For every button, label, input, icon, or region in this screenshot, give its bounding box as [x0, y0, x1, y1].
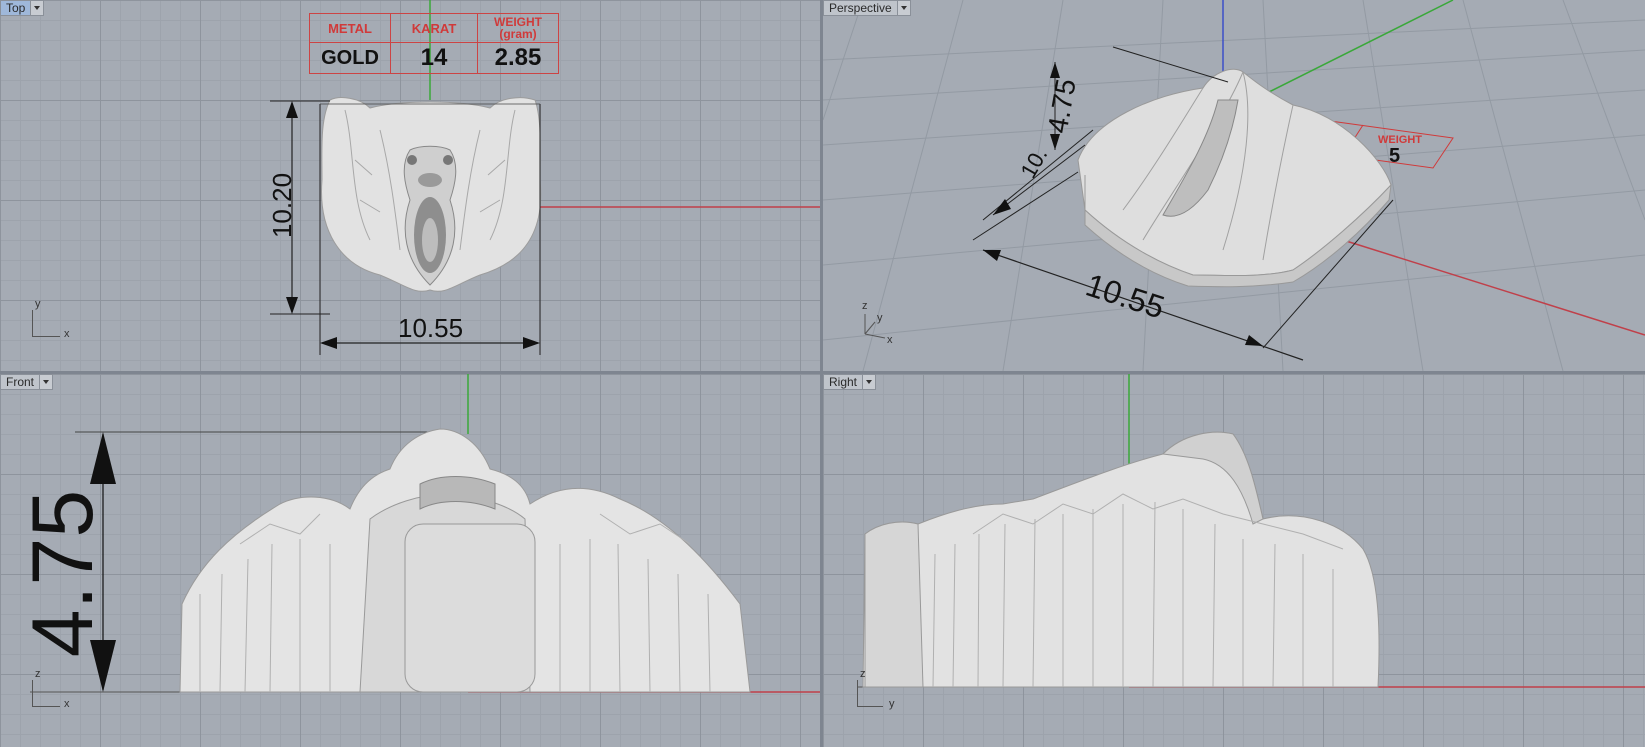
chevron-down-icon[interactable]: [31, 0, 45, 16]
svg-text:WEIGHT: WEIGHT: [1378, 134, 1422, 146]
viewport-right[interactable]: Right z y: [823, 374, 1645, 747]
chevron-down-icon[interactable]: [40, 374, 54, 390]
axis-label-x: x: [64, 698, 70, 710]
axis-label-y: y: [889, 698, 895, 710]
axis-label-z: z: [862, 300, 868, 312]
right-scene: [858, 374, 1645, 688]
header-metal: METAL: [309, 13, 391, 43]
viewport-title[interactable]: Right: [823, 374, 864, 390]
value-metal: GOLD: [309, 42, 391, 74]
viewport-perspective[interactable]: WEIGHT 5 4.75 10. 10.55 Perspective z y: [823, 0, 1645, 371]
header-weight: WEIGHT (gram): [477, 13, 559, 43]
axis-label-y: y: [35, 298, 41, 310]
front-scene: [30, 374, 820, 693]
viewport-tab-perspective[interactable]: Perspective: [823, 0, 911, 16]
bear-head-model: [321, 97, 542, 292]
dimension-depth: 4.75: [15, 489, 112, 658]
viewport-top[interactable]: Top 10.20 10.55 METAL KARAT WEIGHT (gram…: [0, 0, 820, 371]
chevron-down-icon[interactable]: [863, 374, 877, 390]
viewport-title[interactable]: Front: [0, 374, 41, 390]
axis-label-z: z: [35, 668, 41, 680]
dimension-height: 10.20: [267, 172, 298, 239]
viewport-tab-front[interactable]: Front: [0, 374, 54, 390]
axis-label-x: x: [64, 328, 70, 340]
axis-label-x: x: [887, 334, 893, 346]
viewport-front[interactable]: Front 4.75 z x: [0, 374, 820, 747]
dimension-width: 10.55: [398, 313, 464, 343]
header-karat: KARAT: [390, 13, 478, 43]
info-table: METAL KARAT WEIGHT (gram) GOLD 14 2.85: [309, 13, 559, 74]
viewport-title[interactable]: Top: [0, 0, 32, 16]
value-karat: 14: [390, 42, 478, 74]
perspective-grid: WEIGHT 5: [823, 0, 1645, 371]
value-weight: 2.85: [477, 42, 559, 74]
axis-label-z: z: [860, 668, 866, 680]
viewport-title[interactable]: Perspective: [823, 0, 898, 16]
tag-value: 5: [1389, 145, 1400, 167]
axis-label-y: y: [877, 312, 883, 324]
viewport-tab-right[interactable]: Right: [823, 374, 877, 390]
chevron-down-icon[interactable]: [897, 0, 911, 16]
viewport-tab-top[interactable]: Top: [0, 0, 45, 16]
